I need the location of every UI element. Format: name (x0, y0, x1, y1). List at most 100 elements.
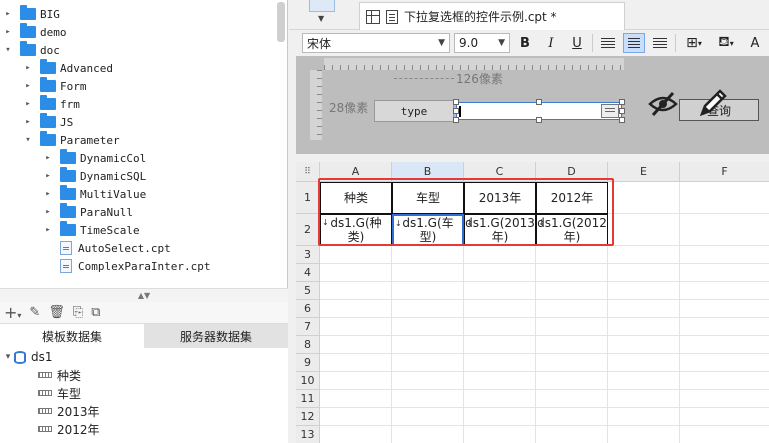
italic-button[interactable]: I (540, 33, 562, 53)
grid-cell[interactable] (608, 246, 680, 264)
row-header[interactable]: 2 (296, 214, 320, 246)
chevron-right-icon[interactable]: ▸ (2, 9, 14, 19)
grid-cell[interactable] (608, 408, 680, 426)
chevron-right-icon[interactable]: ▸ (42, 225, 54, 235)
grid-cell[interactable] (536, 300, 608, 318)
preview-data-icon[interactable]: ⎘ (73, 305, 83, 320)
resize-handle[interactable] (619, 99, 625, 105)
tree-folder-item[interactable]: ▸ DynamicCol (42, 149, 146, 167)
tree-file-item[interactable]: ComplexParaInter.cpt (42, 257, 210, 275)
grid-cell[interactable] (608, 264, 680, 282)
grid-cell[interactable] (680, 264, 769, 282)
grid-cell[interactable] (608, 282, 680, 300)
underline-button[interactable]: U (566, 33, 588, 53)
grid-cell[interactable] (392, 318, 464, 336)
grid-cell[interactable] (680, 282, 769, 300)
resize-handle[interactable] (619, 117, 625, 123)
row-header[interactable]: 4 (296, 264, 320, 282)
field-item[interactable]: 种类 (38, 366, 81, 384)
dropdown-list-icon[interactable] (601, 104, 619, 118)
server-dataset-icon[interactable]: ⧉ (91, 305, 100, 320)
grid-cell[interactable] (536, 372, 608, 390)
font-name-select[interactable]: 宋体 ▼ (302, 33, 450, 53)
row-header[interactable]: 11 (296, 390, 320, 408)
row-header[interactable]: 7 (296, 318, 320, 336)
grid-cell[interactable] (392, 426, 464, 443)
grid-cell[interactable] (464, 354, 536, 372)
align-left-button[interactable] (597, 33, 619, 53)
tree-folder-item[interactable]: ▸ MultiValue (42, 185, 146, 203)
font-color-button[interactable]: A (744, 33, 766, 53)
chevron-right-icon[interactable]: ▸ (22, 63, 34, 73)
grid-cell[interactable] (320, 336, 392, 354)
grid-cell[interactable] (608, 372, 680, 390)
chevron-down-icon[interactable]: ▼ (318, 14, 324, 23)
resize-handle[interactable] (453, 117, 459, 123)
document-tab[interactable]: 下拉复选框的控件示例.cpt * (359, 2, 625, 30)
grid-cell[interactable] (392, 408, 464, 426)
grid-cell[interactable] (464, 246, 536, 264)
field-item[interactable]: 2012年 (38, 420, 100, 438)
grid-cell[interactable] (320, 408, 392, 426)
grid-cell[interactable] (392, 336, 464, 354)
grid-cell[interactable] (680, 408, 769, 426)
grid-cell[interactable] (320, 300, 392, 318)
tree-folder-item[interactable]: ▸ JS (22, 113, 73, 131)
grid-cell[interactable] (464, 426, 536, 443)
grid-cell[interactable] (392, 390, 464, 408)
row-header[interactable]: 13 (296, 426, 320, 443)
grid-cell[interactable] (320, 318, 392, 336)
grid-cell[interactable] (320, 354, 392, 372)
grid-cell[interactable] (320, 264, 392, 282)
tree-folder-item[interactable]: ▸ DynamicSQL (42, 167, 146, 185)
grid-cell[interactable] (464, 336, 536, 354)
grid-cell[interactable] (392, 246, 464, 264)
grid-cell[interactable] (680, 372, 769, 390)
tree-folder-item[interactable]: ▸ demo (2, 23, 67, 41)
grid-cell[interactable] (680, 214, 769, 246)
resize-handle[interactable] (536, 117, 542, 123)
grid-cell[interactable] (464, 408, 536, 426)
row-header[interactable]: 12 (296, 408, 320, 426)
grid-cell[interactable] (608, 354, 680, 372)
font-size-select[interactable]: 9.0 ▼ (454, 33, 510, 53)
grid-cell[interactable] (680, 318, 769, 336)
resize-handle[interactable] (453, 99, 459, 105)
grid-cell[interactable] (536, 426, 608, 443)
row-header[interactable]: 1 (296, 182, 320, 214)
tree-folder-item[interactable]: ▸ TimeScale (42, 221, 140, 239)
row-header[interactable]: 6 (296, 300, 320, 318)
tree-folder-item[interactable]: ▸ ParaNull (42, 203, 133, 221)
tab-template-dataset[interactable]: 模板数据集 (0, 324, 144, 348)
grid-cell[interactable] (464, 318, 536, 336)
column-header[interactable]: F (680, 162, 769, 182)
dataset-item[interactable]: ▾ ds1 (2, 348, 53, 366)
chevron-right-icon[interactable]: ▸ (42, 207, 54, 217)
row-header[interactable]: 3 (296, 246, 320, 264)
resize-handle[interactable] (619, 108, 625, 114)
grid-cell[interactable] (680, 354, 769, 372)
chevron-right-icon[interactable]: ▸ (42, 171, 54, 181)
row-header[interactable]: 10 (296, 372, 320, 390)
grid-cell[interactable] (392, 300, 464, 318)
row-header[interactable]: 9 (296, 354, 320, 372)
grid-cell[interactable] (680, 246, 769, 264)
collapse-arrow-icon[interactable]: ▾ (2, 352, 14, 362)
grid-cell[interactable] (536, 336, 608, 354)
grid-cell[interactable] (392, 372, 464, 390)
chevron-right-icon[interactable]: ▸ (42, 189, 54, 199)
grid-cell[interactable] (320, 246, 392, 264)
grid-cell[interactable] (608, 182, 680, 214)
row-header[interactable]: 8 (296, 336, 320, 354)
edit-icon[interactable]: ✎ (29, 305, 40, 320)
add-dataset-icon[interactable]: +▾ (4, 303, 21, 322)
grid-cell[interactable] (608, 300, 680, 318)
grid-cell[interactable] (320, 372, 392, 390)
chevron-right-icon[interactable]: ▸ (22, 99, 34, 109)
grid-cell[interactable] (536, 246, 608, 264)
grid-cell[interactable] (464, 282, 536, 300)
grid-cell[interactable] (680, 336, 769, 354)
grid-cell[interactable] (320, 426, 392, 443)
grid-cell[interactable] (536, 318, 608, 336)
tree-folder-item[interactable]: ▸ BIG (2, 5, 60, 23)
